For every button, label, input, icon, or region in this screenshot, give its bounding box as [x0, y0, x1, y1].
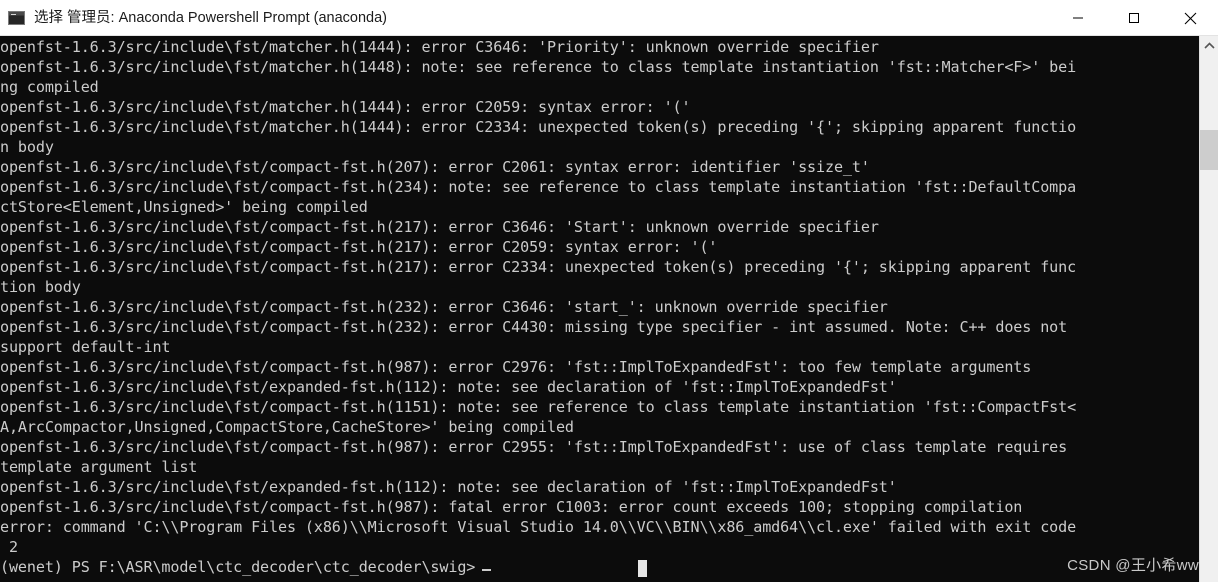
- console-line: openfst-1.6.3/src/include\fst/compact-fs…: [0, 298, 888, 316]
- scrollbar-thumb[interactable]: [1200, 130, 1218, 170]
- console-line: 2: [0, 538, 18, 556]
- console-lines: openfst-1.6.3/src/include\fst/matcher.h(…: [0, 36, 1199, 577]
- block-cursor: [638, 560, 647, 577]
- console-line: openfst-1.6.3/src/include\fst/matcher.h(…: [0, 118, 1077, 136]
- console-line: openfst-1.6.3/src/include\fst/compact-fs…: [0, 398, 1077, 416]
- console-line: openfst-1.6.3/src/include\fst/compact-fs…: [0, 158, 870, 176]
- console-line: openfst-1.6.3/src/include\fst/expanded-f…: [0, 378, 897, 396]
- console-line: openfst-1.6.3/src/include\fst/compact-fs…: [0, 498, 1023, 516]
- console-line: openfst-1.6.3/src/include\fst/compact-fs…: [0, 238, 718, 256]
- titlebar[interactable]: 选择 管理员: Anaconda Powershell Prompt (anac…: [0, 0, 1218, 36]
- scrollbar-track[interactable]: [1200, 54, 1218, 582]
- shell-prompt-line[interactable]: (wenet) PS F:\ASR\model\ctc_decoder\ctc_…: [0, 557, 1199, 577]
- console-line: openfst-1.6.3/src/include\fst/compact-fs…: [0, 358, 1032, 376]
- shell-prompt-text: (wenet) PS F:\ASR\model\ctc_decoder\ctc_…: [0, 558, 476, 576]
- console-line: openfst-1.6.3/src/include\fst/compact-fs…: [0, 318, 1068, 336]
- console-output[interactable]: openfst-1.6.3/src/include\fst/matcher.h(…: [0, 36, 1199, 582]
- window-controls: [1050, 0, 1218, 36]
- console-line: tion body: [0, 278, 81, 296]
- console-line: n body: [0, 138, 54, 156]
- close-button[interactable]: [1162, 0, 1218, 36]
- console-line: support default-int: [0, 338, 171, 356]
- console-line: error: command 'C:\\Program Files (x86)\…: [0, 518, 1077, 536]
- console-line: A,ArcCompactor,Unsigned,CompactStore,Cac…: [0, 418, 574, 436]
- console-line: openfst-1.6.3/src/include\fst/matcher.h(…: [0, 98, 691, 116]
- window-title: 选择 管理员: Anaconda Powershell Prompt (anac…: [34, 9, 387, 26]
- terminal-body: openfst-1.6.3/src/include\fst/matcher.h(…: [0, 36, 1218, 582]
- console-line: ng compiled: [0, 78, 99, 96]
- console-line: openfst-1.6.3/src/include\fst/expanded-f…: [0, 478, 897, 496]
- console-line: openfst-1.6.3/src/include\fst/compact-fs…: [0, 438, 1068, 456]
- console-line: openfst-1.6.3/src/include\fst/compact-fs…: [0, 218, 879, 236]
- console-line: openfst-1.6.3/src/include\fst/compact-fs…: [0, 258, 1077, 276]
- console-line: openfst-1.6.3/src/include\fst/matcher.h(…: [0, 58, 1077, 76]
- console-line: openfst-1.6.3/src/include\fst/matcher.h(…: [0, 38, 879, 56]
- minimize-button[interactable]: [1050, 0, 1106, 36]
- console-icon: [8, 10, 25, 25]
- console-line: ctStore<Element,Unsigned>' being compile…: [0, 198, 368, 216]
- prompt-underscore-caret: [482, 569, 492, 571]
- terminal-window: 选择 管理员: Anaconda Powershell Prompt (anac…: [0, 0, 1218, 582]
- console-line: template argument list: [0, 458, 198, 476]
- scroll-up-arrow-icon[interactable]: [1200, 36, 1218, 54]
- vertical-scrollbar[interactable]: [1199, 36, 1218, 582]
- console-line: openfst-1.6.3/src/include\fst/compact-fs…: [0, 178, 1077, 196]
- maximize-button[interactable]: [1106, 0, 1162, 36]
